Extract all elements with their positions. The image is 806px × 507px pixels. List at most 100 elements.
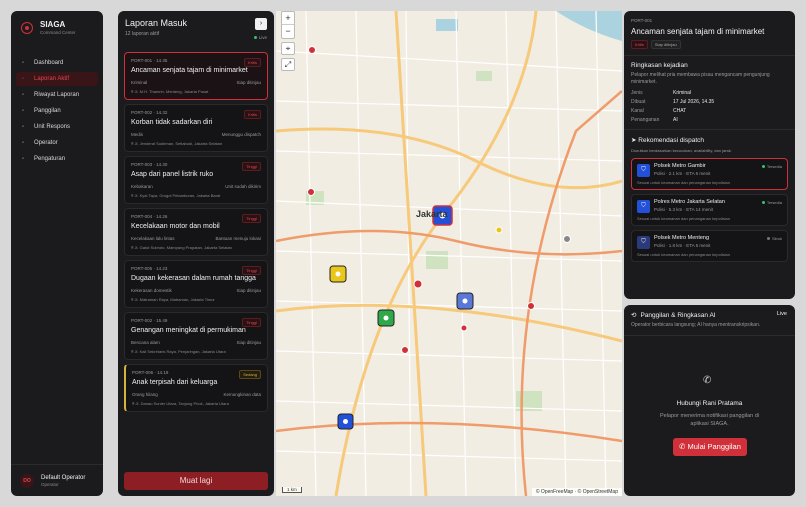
brand-name: SIAGA	[40, 20, 66, 29]
gear-icon: ◦	[22, 156, 25, 162]
report-card[interactable]: PORT-002 · 15.49 Tinggi Genangan meningkat…	[124, 312, 268, 360]
load-more-button[interactable]: Muat lagi	[124, 472, 268, 490]
report-card-title: Anak terpisah dari keluarga	[132, 379, 218, 386]
sidebar-item-panggilan[interactable]: ◦ Panggilan	[16, 104, 98, 118]
map[interactable]: + − ⌖ ⤢ Jakarta 1 km © OpenFreeMap · © O…	[276, 11, 622, 496]
siaga-logo-icon	[21, 21, 33, 34]
sidebar-item-operator[interactable]: ◦ Operator	[16, 136, 98, 150]
brand-subtitle: Command Center	[40, 30, 76, 35]
report-field: Dibuat 17 Jul 2026, 14.35	[631, 99, 715, 105]
report-card-status: Siap ditinjau	[236, 288, 261, 293]
brand: SIAGA Command Center	[11, 11, 103, 44]
avatar: DO	[20, 474, 34, 488]
report-card-location: Jl. Matraman Raya, Matraman, Jakarta Tim…	[134, 297, 215, 302]
unit-note: Sesuai untuk keamanan dan penanganan kep…	[637, 180, 730, 185]
police-shield-icon: ⛉	[637, 164, 650, 177]
phone-icon: ◦	[22, 108, 25, 114]
report-card-location: Jl. Kali Sekretaris Raya, Penjaringan, J…	[134, 349, 226, 354]
report-id: PORT-001	[631, 18, 653, 23]
zoom-out-button[interactable]: −	[282, 25, 294, 38]
send-icon: ➤	[631, 137, 637, 144]
map-canvas[interactable]	[276, 11, 622, 496]
report-card-location: Jl. Jenderal Sudirman, Setiabudi, Jakart…	[134, 141, 223, 146]
phone-call-icon: ✆	[679, 442, 688, 451]
report-card-badge: Sedang	[239, 370, 261, 379]
call-heading: ⟲ Panggilan & Ringkasan AI	[631, 311, 716, 320]
start-call-button[interactable]: ✆ Mulai Panggilan	[673, 438, 747, 456]
police-shield-icon: ⛉	[637, 236, 650, 249]
user-profile[interactable]: DO Default Operator Operator	[11, 464, 103, 488]
collapse-button[interactable]: ›	[255, 18, 267, 30]
locate-button[interactable]: ⌖	[281, 42, 295, 55]
report-card-location: Jl. M.H. Thamrin, Menteng, Jakarta Pusat	[134, 89, 209, 94]
report-field: Kanal CHAT	[631, 108, 687, 114]
report-card[interactable]: PORT-003 · 14.30 Tinggi Asap dari panel li…	[124, 156, 268, 204]
sidebar: SIAGA Command Center ◦ Dashboard ◦ Laporan …	[11, 11, 103, 496]
chevron-right-icon: ›	[259, 20, 263, 27]
report-card-status: Unit sudah dikirim	[225, 184, 261, 189]
report-title: Ancaman senjata tajam di minimarket	[631, 27, 765, 36]
unit-meta: Polisi · 2.1 km · ETA 6 menit	[654, 171, 711, 176]
report-field: Penanganan AI	[631, 117, 678, 123]
report-card-status: Bantuan menuju lokasi	[215, 236, 261, 241]
sidebar-item-laporan-aktif[interactable]: ◦ Laporan Aktif	[16, 72, 98, 86]
sidebar-item-pengaturan[interactable]: ◦ Pengaturan	[16, 152, 98, 166]
report-card-badge: Kritis	[244, 110, 261, 119]
live-dot-icon	[253, 36, 257, 39]
report-card-id: PORT-001 · 14.35	[131, 58, 168, 63]
report-card-category: Orang hilang	[132, 392, 158, 397]
fullscreen-icon: ⤢	[284, 60, 292, 69]
report-card-status: Kemungkinan data	[223, 392, 261, 397]
sidebar-item-riwayat-laporan[interactable]: ◦ Riwayat Laporan	[16, 88, 98, 102]
report-card-category: Medis	[131, 132, 144, 137]
sidebar-nav: ◦ Dashboard ◦ Laporan Aktif ◦ Riwayat Laporan…	[11, 56, 103, 166]
reports-count: 12 laporan aktif	[125, 31, 160, 37]
call-description: Operator berbicara langsung; AI hanya me…	[631, 322, 761, 328]
report-card[interactable]: PORT-002 · 14.32 Kritis Korban tidak sadar…	[124, 104, 268, 152]
call-panel: ⟲ Panggilan & Ringkasan AI Live Operator …	[624, 305, 795, 496]
shield-icon: ◦	[22, 124, 25, 130]
dispatch-subtitle: Diurutkan berdasarkan kecocokan, availab…	[631, 148, 732, 153]
report-card-category: Kekerasan domestik	[131, 288, 172, 293]
report-card-category: Kriminal	[131, 80, 148, 85]
report-card-category: Kecelakaan lalu lintas	[131, 236, 175, 241]
fullscreen-button[interactable]: ⤢	[281, 58, 295, 71]
summary-text: Pelapor melihat pria membawa pisau menga…	[631, 72, 770, 85]
user-role: Operator	[41, 482, 59, 487]
dispatch-unit-card[interactable]: ⛉ Sibuk Polsek Metro Menteng Polisi · 1.8 k…	[631, 230, 788, 262]
zoom-in-button[interactable]: +	[282, 12, 294, 25]
report-card-category: Kebakaran	[131, 184, 153, 189]
call-contact-description: Pelapor menerima notifikasi panggilan di…	[659, 413, 760, 427]
report-card-status: Siap ditinjau	[236, 340, 261, 345]
report-card[interactable]: PORT-001 · 14.35 Kritis Ancaman senjata ta…	[124, 52, 268, 100]
sidebar-item-dashboard[interactable]: ◦ Dashboard	[16, 56, 98, 70]
dispatch-unit-card[interactable]: ⛉ Tersedia Polres Metro Jakarta Selatan Pol…	[631, 194, 788, 226]
report-card-category: Bencana alam	[131, 340, 160, 345]
report-card-badge: Tinggi	[242, 214, 261, 223]
report-card-status: Siap ditinjau	[236, 80, 261, 85]
report-card[interactable]: PORT-005 · 14.23 Tinggi Dugaan kekerasan d…	[124, 260, 268, 308]
user-icon: ◦	[22, 140, 25, 146]
dispatch-units: ⛉ Tersedia Polsek Metro Gambir Polisi · 2.1…	[631, 158, 788, 262]
severity-badge: Kritis	[631, 40, 648, 49]
unit-status: Tersedia	[761, 200, 782, 205]
map-attribution[interactable]: © OpenFreeMap · © OpenStreetMap	[531, 488, 622, 496]
unit-meta: Polisi · 5.3 km · ETA 14 menit	[654, 207, 713, 212]
report-card[interactable]: PORT-006 · 14.19 Sedang Anak terpisah dari…	[124, 364, 268, 412]
sidebar-item-unit-respons[interactable]: ◦ Unit Respons	[16, 120, 98, 134]
unit-meta: Polisi · 1.8 km · ETA 5 menit	[654, 243, 711, 248]
report-card-title: Korban tidak sadarkan diri	[131, 119, 213, 126]
report-card-status: Menunggu dispatch	[221, 132, 261, 137]
report-card-badge: Tinggi	[242, 162, 261, 171]
zoom-controls: + −	[281, 11, 295, 39]
history-icon: ◦	[22, 92, 25, 98]
summary-heading: Ringkasan kejadian	[631, 62, 688, 69]
report-fields: Jenis Kriminal Dibuat 17 Jul 2026, 14.35 Kan…	[631, 90, 788, 123]
report-card[interactable]: PORT-004 · 14.26 Tinggi Kecelakaan motor d…	[124, 208, 268, 256]
call-contact: Hubungi Rani Pratama	[676, 400, 743, 407]
dispatch-unit-card[interactable]: ⛉ Tersedia Polsek Metro Gambir Polisi · 2.1…	[631, 158, 788, 190]
reports-panel: Laporan Masuk 12 laporan aktif › Live PO…	[118, 11, 274, 496]
alert-icon: ◦	[22, 76, 25, 82]
reports-list[interactable]: PORT-001 · 14.35 Kritis Ancaman senjata ta…	[124, 52, 268, 464]
report-badges: Kritis Siap ditinjau	[631, 40, 788, 49]
